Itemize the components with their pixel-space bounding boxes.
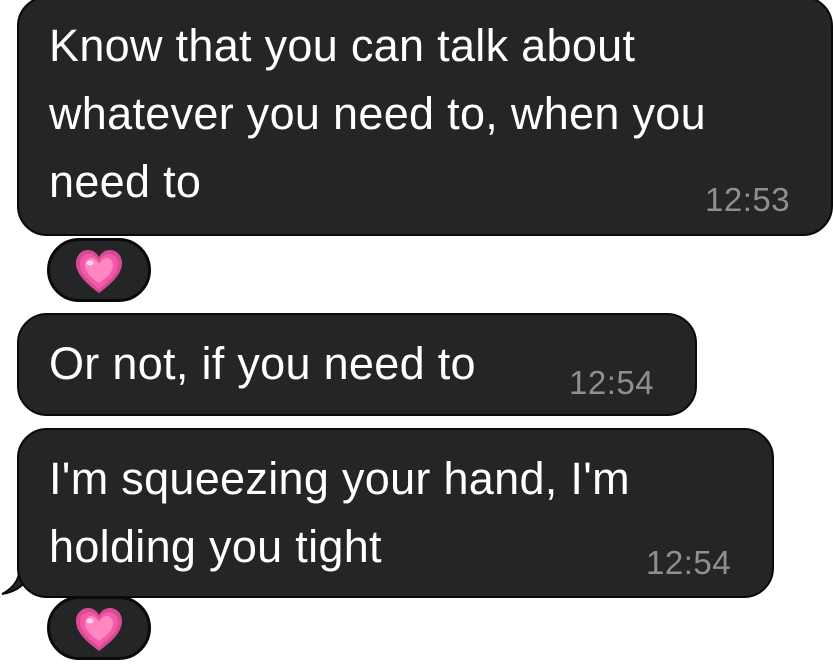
message-text-line: whatever you need to, when you bbox=[49, 88, 706, 139]
reaction-badge[interactable] bbox=[47, 596, 151, 660]
reaction-badge[interactable] bbox=[47, 238, 151, 302]
message-text-line: I'm squeezing your hand, I'm bbox=[49, 453, 630, 504]
message-timestamp: 12:54 bbox=[569, 364, 655, 401]
message-bubble[interactable]: Or not, if you need to 12:54 bbox=[17, 313, 697, 416]
message-text-line: Know that you can talk about bbox=[49, 20, 636, 71]
message-text-line: holding you tight bbox=[49, 521, 382, 572]
message-timestamp: 12:54 bbox=[646, 544, 732, 581]
chat-thread: Know that you can talk about whatever yo… bbox=[0, 0, 833, 664]
growing-heart-icon bbox=[76, 608, 122, 651]
message-timestamp: 12:53 bbox=[705, 181, 791, 218]
message-bubble[interactable]: Know that you can talk about whatever yo… bbox=[17, 0, 833, 236]
message-text-line: Or not, if you need to bbox=[49, 338, 476, 389]
message-text-line: need to bbox=[49, 156, 202, 207]
growing-heart-icon bbox=[76, 250, 122, 293]
message-bubble[interactable]: I'm squeezing your hand, I'm holding you… bbox=[17, 428, 774, 598]
